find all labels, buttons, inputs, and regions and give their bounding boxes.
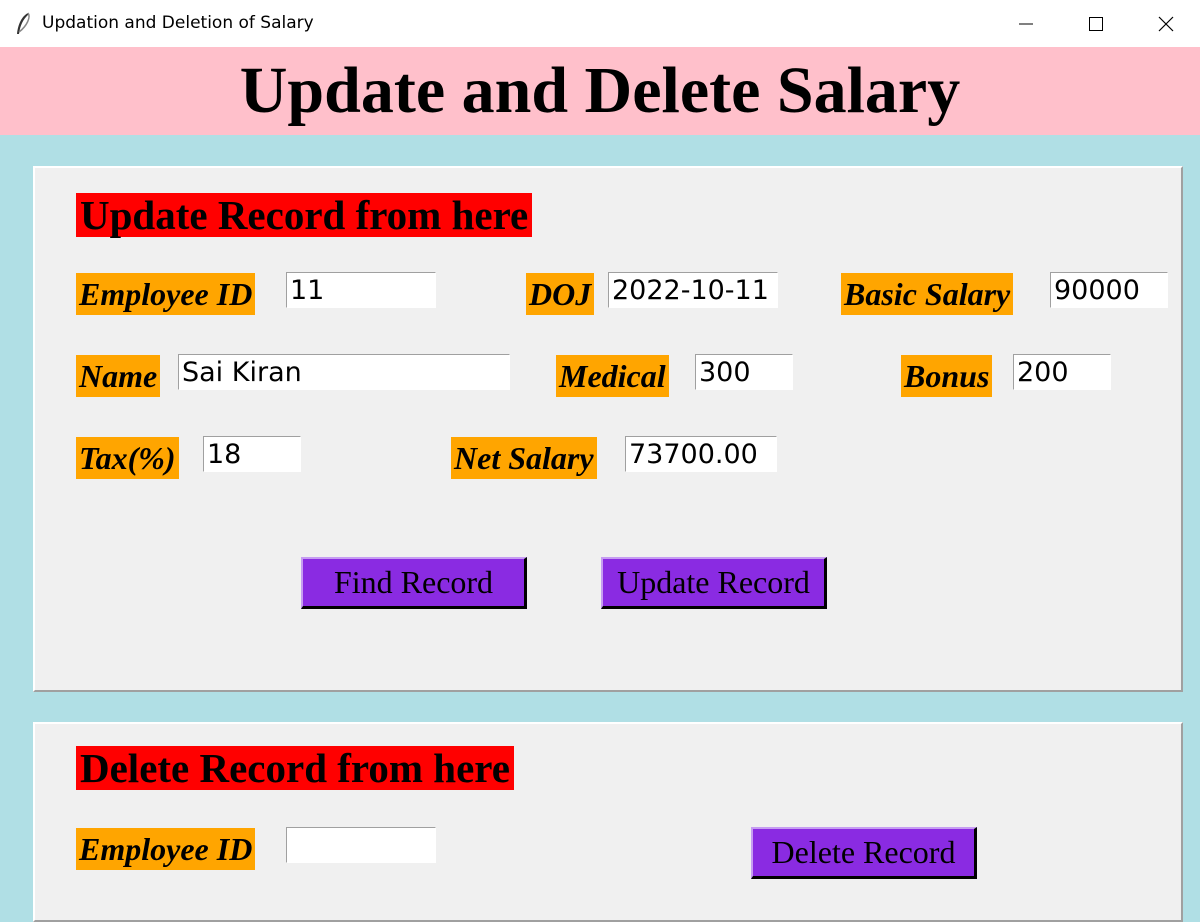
delete-panel: Delete Record from here Employee ID Dele… xyxy=(33,722,1183,922)
window-title: Updation and Deletion of Salary xyxy=(42,13,314,33)
maximize-button[interactable] xyxy=(1060,0,1130,47)
feather-icon xyxy=(14,12,34,36)
bonus-field[interactable] xyxy=(1013,354,1111,390)
doj-label: DOJ xyxy=(526,273,595,315)
tax-field[interactable] xyxy=(203,436,301,472)
close-icon xyxy=(1158,16,1174,32)
employee-id-label: Employee ID xyxy=(76,273,256,315)
minimize-button[interactable] xyxy=(990,0,1060,47)
basic-salary-field[interactable] xyxy=(1050,272,1168,308)
medical-field[interactable] xyxy=(695,354,793,390)
maximize-icon xyxy=(1089,17,1103,31)
minimize-icon xyxy=(1019,23,1033,25)
tax-label: Tax(%) xyxy=(76,437,179,479)
close-button[interactable] xyxy=(1130,0,1200,47)
basic-salary-label: Basic Salary xyxy=(841,273,1014,315)
doj-field[interactable] xyxy=(608,272,778,308)
delete-section-title: Delete Record from here xyxy=(76,746,514,790)
update-panel: Update Record from here Employee ID DOJ … xyxy=(33,166,1183,692)
delete-employee-id-label: Employee ID xyxy=(76,828,256,870)
name-label: Name xyxy=(76,355,161,397)
update-section-title: Update Record from here xyxy=(76,193,533,237)
delete-employee-id-field[interactable] xyxy=(286,827,436,863)
title-bar: Updation and Deletion of Salary xyxy=(0,0,1200,47)
find-record-button[interactable]: Find Record xyxy=(301,557,527,609)
medical-label: Medical xyxy=(556,355,669,397)
header-banner: Update and Delete Salary xyxy=(0,47,1200,135)
bonus-label: Bonus xyxy=(901,355,993,397)
net-salary-label: Net Salary xyxy=(451,437,597,479)
employee-id-field[interactable] xyxy=(286,272,436,308)
delete-record-button[interactable]: Delete Record xyxy=(751,827,977,879)
net-salary-field[interactable] xyxy=(625,436,777,472)
page-title: Update and Delete Salary xyxy=(239,54,961,127)
name-field[interactable] xyxy=(178,354,510,390)
update-record-button[interactable]: Update Record xyxy=(601,557,827,609)
